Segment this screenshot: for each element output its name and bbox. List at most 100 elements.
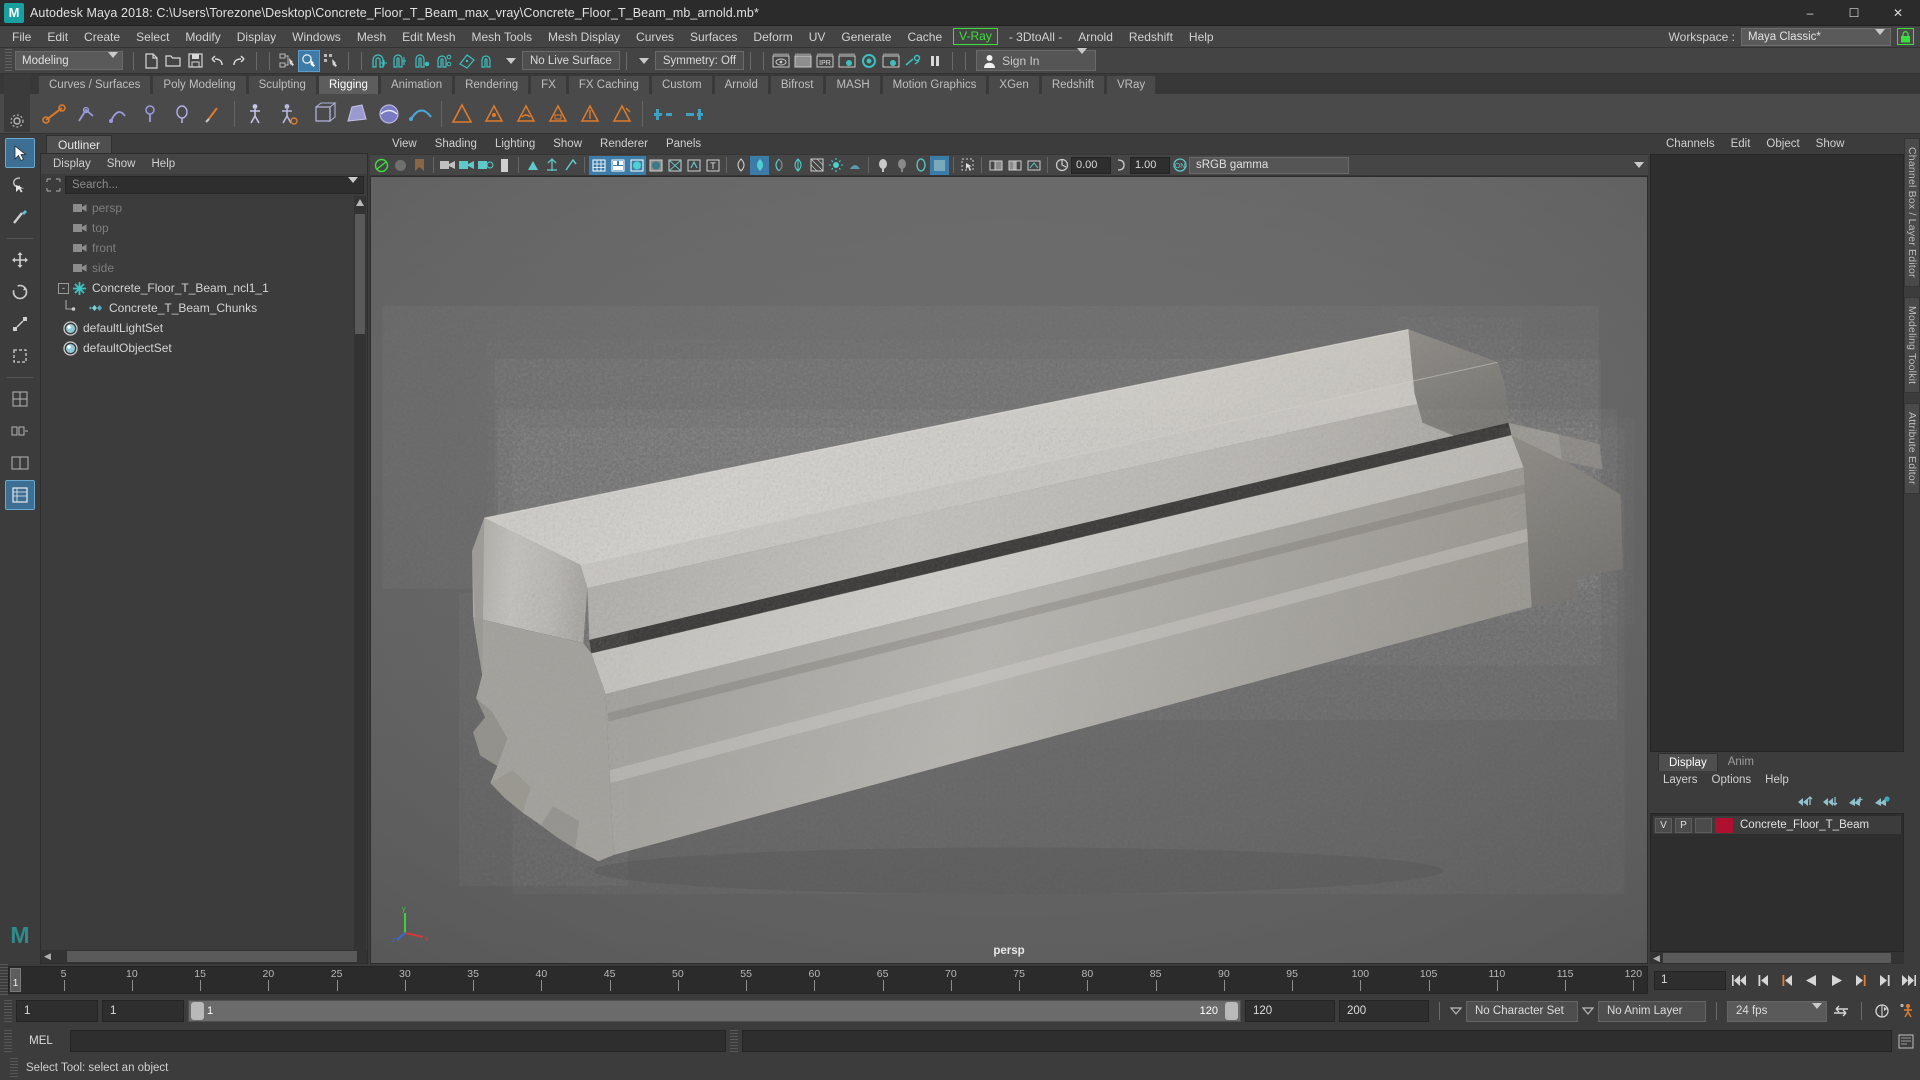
menu-mesh[interactable]: Mesh: [349, 26, 394, 48]
channelbox-menu-edit[interactable]: Edit: [1723, 135, 1759, 153]
maximize-button[interactable]: ☐: [1832, 0, 1876, 26]
outliner-horizontal-scrollbar[interactable]: ◀: [41, 950, 367, 963]
menu-file[interactable]: File: [4, 26, 39, 48]
image-plane-icon[interactable]: [438, 156, 457, 175]
layer-color-swatch[interactable]: [1715, 817, 1733, 833]
exposure-control-icon[interactable]: [1052, 156, 1071, 175]
shelf-tab-rendering[interactable]: Rendering: [454, 75, 530, 94]
layer-display-type-toggle[interactable]: [1695, 817, 1712, 833]
lights-icon[interactable]: [826, 156, 845, 175]
viewport-menu-renderer[interactable]: Renderer: [592, 135, 656, 153]
anim-layer-dropdown-arrow[interactable]: [1582, 1007, 1594, 1015]
menu-mesh-tools[interactable]: Mesh Tools: [464, 26, 540, 48]
playback-speed-field[interactable]: 24 fps: [1727, 1000, 1827, 1022]
stereo-settings-icon[interactable]: [1024, 156, 1043, 175]
menu-surfaces[interactable]: Surfaces: [682, 26, 745, 48]
outliner-node-top[interactable]: top: [41, 218, 367, 238]
script-editor-button[interactable]: [1896, 1031, 1916, 1051]
scroll-up-arrow-icon[interactable]: [354, 196, 366, 209]
auto-keyframe-toggle-button[interactable]: [1896, 1001, 1916, 1021]
shelf-constraint-orient-icon[interactable]: [512, 100, 540, 128]
hud-display-icon[interactable]: [930, 155, 949, 175]
shelf-tab-bifrost[interactable]: Bifrost: [769, 75, 825, 94]
step-back-keyframe-button[interactable]: [1754, 970, 1774, 990]
statusbar-drag-handle[interactable]: [5, 48, 12, 73]
viewport-menu-lighting[interactable]: Lighting: [487, 135, 543, 153]
shelf-tab-curves-surfaces[interactable]: Curves / Surfaces: [38, 75, 152, 94]
outliner-tab[interactable]: Outliner: [46, 135, 113, 153]
shelf-nonlinear-deformer-icon[interactable]: [375, 100, 403, 128]
save-scene-button[interactable]: [184, 50, 206, 72]
command-input-field[interactable]: [70, 1030, 726, 1052]
command-output-field[interactable]: [742, 1030, 1892, 1052]
move-layer-down-icon[interactable]: [1823, 795, 1838, 808]
new-layer-icon[interactable]: [1874, 795, 1890, 808]
playback-end-time-field[interactable]: 120: [1245, 1000, 1335, 1022]
scroll-left-arrow-icon[interactable]: ◀: [41, 951, 54, 962]
vtab-modeling-toolkit[interactable]: Modeling Toolkit: [1904, 296, 1920, 393]
outliner-node-concrete-t-beam-chunks[interactable]: Concrete_T_Beam_Chunks: [41, 298, 367, 318]
outliner-tree[interactable]: persp top front side - Concrete_Floor_T_…: [41, 196, 367, 950]
render-view-button[interactable]: [880, 50, 902, 72]
lasso-tool[interactable]: [5, 170, 35, 200]
make-live-button[interactable]: [478, 50, 500, 72]
new-layer-from-selected-icon[interactable]: [1848, 795, 1864, 808]
shelf-bind-skin-icon[interactable]: [168, 100, 196, 128]
bookmark-icon[interactable]: [410, 156, 429, 175]
render-current-frame-button[interactable]: [770, 50, 792, 72]
playback-start-time-field[interactable]: 1: [102, 1000, 184, 1022]
layer-list-horizontal-scrollbar[interactable]: ◀: [1650, 952, 1904, 964]
command-line-splitter[interactable]: [730, 1030, 738, 1052]
render-setup-button[interactable]: [902, 50, 924, 72]
paint-selection-tool[interactable]: [5, 202, 35, 232]
menu-set-select[interactable]: Modeling: [15, 51, 123, 70]
shelf-constraint-scale-icon[interactable]: [544, 100, 572, 128]
exposure-icon[interactable]: [523, 156, 542, 175]
smooth-shade-selected-icon[interactable]: [627, 155, 646, 175]
grease-pencil-icon[interactable]: [476, 156, 495, 175]
command-language-label[interactable]: MEL: [16, 1035, 66, 1047]
viewport-3d-canvas[interactable]: x y z persp: [370, 176, 1648, 964]
color-management-toggle-icon[interactable]: ON: [1170, 156, 1189, 175]
exposure-field[interactable]: 0.00: [1071, 156, 1111, 174]
shelf-blend-shape-icon[interactable]: [649, 100, 677, 128]
close-button[interactable]: ✕: [1876, 0, 1920, 26]
menu-uv[interactable]: UV: [801, 26, 834, 48]
viewport-menu-panels[interactable]: Panels: [658, 135, 709, 153]
sign-in-button[interactable]: Sign In: [976, 47, 1097, 71]
stereo-right-icon[interactable]: [1005, 156, 1024, 175]
animation-start-time-field[interactable]: 1: [16, 1000, 98, 1022]
layer-row[interactable]: V P Concrete_Floor_T_Beam: [1653, 816, 1901, 834]
menu-windows[interactable]: Windows: [284, 26, 349, 48]
tab-anim-layers[interactable]: Anim: [1717, 753, 1764, 771]
range-slider-left-handle[interactable]: [191, 1002, 204, 1020]
show-manipulator-tool[interactable]: [5, 384, 35, 414]
shelf-ik-handle-icon[interactable]: [72, 100, 100, 128]
select-camera-icon[interactable]: [372, 156, 391, 175]
shelf-create-spline-ik-icon[interactable]: [136, 100, 164, 128]
viewport-menu-view[interactable]: View: [384, 135, 425, 153]
layer-playback-toggle[interactable]: P: [1675, 817, 1692, 833]
outliner-node-persp[interactable]: persp: [41, 198, 367, 218]
shade-with-wireframe-icon[interactable]: [646, 156, 665, 175]
redo-button[interactable]: [228, 50, 250, 72]
scroll-left-arrow-icon[interactable]: ◀: [1650, 953, 1663, 964]
snap-to-view-plane-button[interactable]: [456, 50, 478, 72]
time-slider-current-frame-marker[interactable]: 1: [10, 968, 21, 992]
shelf-constraint-parent-icon[interactable]: [448, 100, 476, 128]
outliner-search-input[interactable]: Search...: [65, 176, 364, 197]
step-forward-frame-button[interactable]: [1850, 970, 1870, 990]
range-slider-drag-handle[interactable]: [4, 1000, 12, 1022]
range-slider-bar[interactable]: 1 120: [188, 1000, 1241, 1022]
motion-blur-icon[interactable]: [769, 156, 788, 175]
shelf-constraint-aim-icon[interactable]: [576, 100, 604, 128]
layer-menu-options[interactable]: Options: [1705, 774, 1759, 786]
shelf-tab-fx[interactable]: FX: [530, 75, 567, 94]
outliner-node-side[interactable]: side: [41, 258, 367, 278]
menu-mesh-display[interactable]: Mesh Display: [540, 26, 628, 48]
gamma-field[interactable]: 1.00: [1130, 156, 1170, 174]
vtab-channel-box-layer-editor[interactable]: Channel Box / Layer Editor: [1904, 138, 1920, 287]
shelf-human-ik-icon[interactable]: [241, 100, 269, 128]
character-set-dropdown-arrow[interactable]: [1450, 1007, 1462, 1015]
collapse-expander-icon[interactable]: -: [58, 282, 69, 294]
